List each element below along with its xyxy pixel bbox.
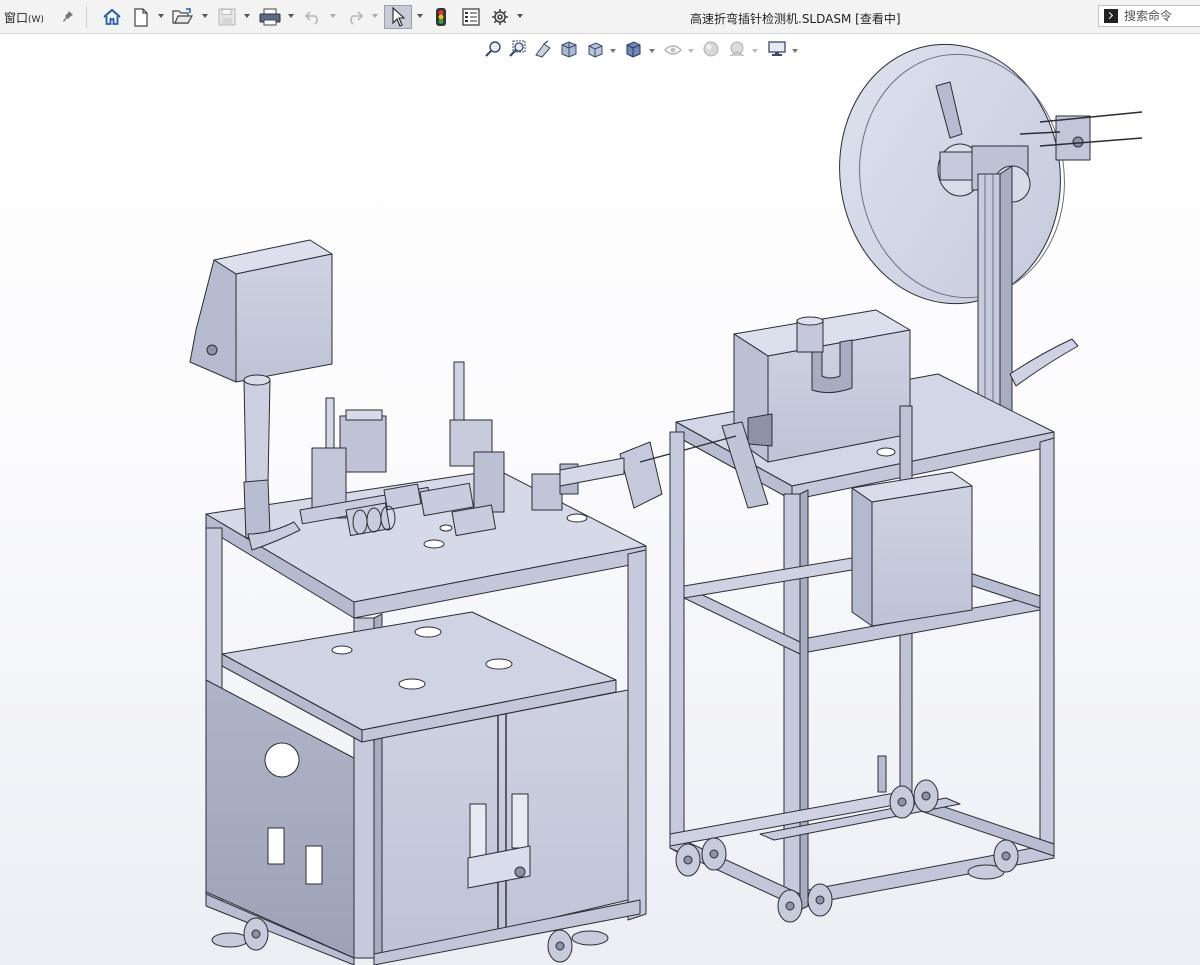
save-button[interactable] — [216, 5, 238, 29]
select-button[interactable] — [384, 5, 412, 29]
right-feeder-machine — [619, 43, 1143, 923]
new-document-dropdown[interactable] — [158, 14, 164, 18]
options-button[interactable] — [489, 5, 511, 29]
print-icon — [259, 8, 281, 26]
open-dropdown[interactable] — [202, 14, 208, 18]
command-search[interactable] — [1098, 5, 1200, 27]
traffic-light-icon — [435, 7, 447, 27]
home-button[interactable] — [100, 5, 124, 29]
redo-button[interactable] — [344, 5, 366, 29]
left-inspection-machine — [189, 239, 647, 965]
open-button[interactable] — [171, 5, 195, 29]
toolbar-separator — [86, 6, 87, 28]
print-dropdown[interactable] — [288, 14, 294, 18]
gear-icon — [491, 8, 509, 26]
top-toolbar: 窗口(W) 高速折弯插针检测机.SLDASM [查看中] — [0, 0, 1200, 34]
new-document-icon — [133, 7, 149, 27]
undo-icon — [304, 9, 322, 25]
monitor-box — [235, 253, 333, 383]
command-prompt-icon — [1104, 9, 1118, 23]
file-properties-button[interactable] — [460, 5, 482, 29]
servo-motor — [339, 415, 387, 473]
select-dropdown[interactable] — [417, 14, 423, 18]
new-document-button[interactable] — [131, 5, 151, 29]
window-menu-accelerator: (W) — [28, 15, 44, 25]
window-menu-label: 窗口 — [4, 11, 29, 25]
graphics-viewport[interactable] — [0, 34, 1200, 965]
undo-dropdown[interactable] — [330, 14, 336, 18]
options-dropdown[interactable] — [517, 14, 523, 18]
assembly-model[interactable] — [0, 34, 1200, 965]
open-folder-icon — [172, 8, 194, 26]
electrical-box — [871, 485, 973, 627]
home-icon — [102, 8, 122, 26]
cursor-arrow-icon — [391, 7, 405, 27]
rebuild-button[interactable] — [432, 5, 450, 29]
save-icon — [218, 8, 236, 26]
document-title: 高速折弯插针检测机.SLDASM [查看中] — [690, 12, 901, 26]
save-dropdown[interactable] — [244, 14, 250, 18]
print-button[interactable] — [258, 5, 282, 29]
window-menu[interactable]: 窗口(W) — [4, 9, 44, 26]
pin-icon[interactable] — [62, 8, 76, 24]
redo-dropdown[interactable] — [372, 14, 378, 18]
reel-post — [977, 173, 1001, 427]
redo-icon — [346, 9, 364, 25]
undo-button[interactable] — [302, 5, 324, 29]
search-input[interactable] — [1124, 9, 1196, 23]
monitor-post — [243, 379, 271, 485]
file-properties-icon — [462, 8, 480, 26]
